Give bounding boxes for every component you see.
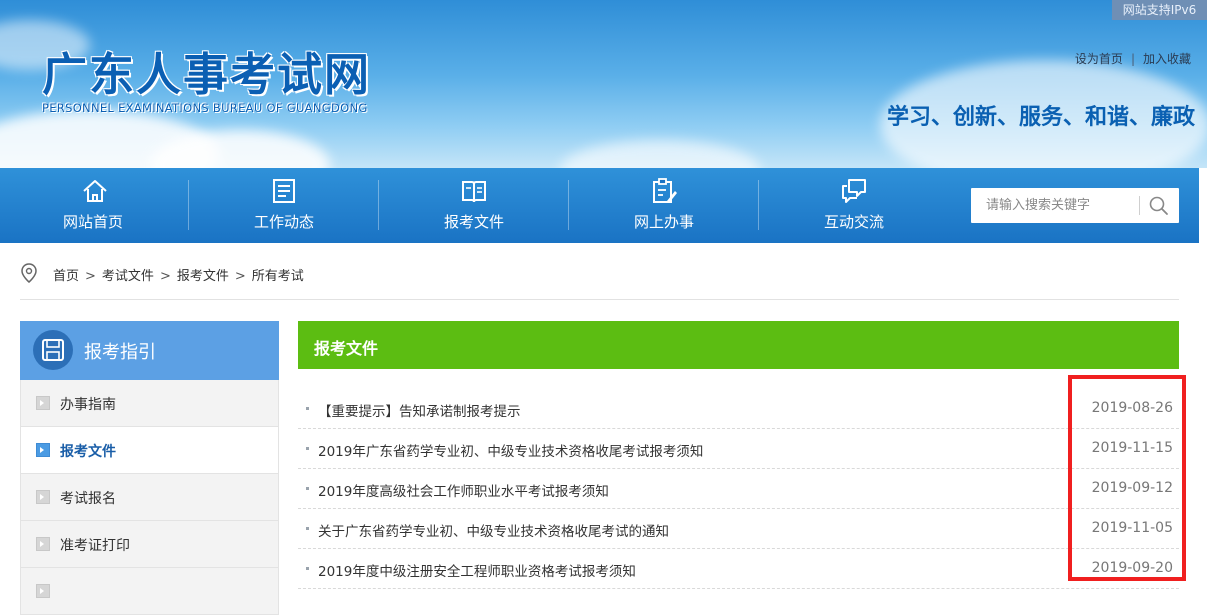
arrow-right-icon: [36, 490, 50, 504]
sidebar-item-label: 考试报名: [60, 491, 116, 507]
sidebar-item-registration[interactable]: 考试报名: [21, 474, 278, 521]
arrow-right-icon: [36, 537, 50, 551]
bullet-icon: [306, 447, 309, 450]
article-list: 【重要提示】告知承诺制报考提示 2019-08-26 2019年广东省药学专业初…: [298, 390, 1179, 590]
save-disk-icon: [42, 339, 64, 361]
sidebar-item-exam-docs[interactable]: 报考文件: [21, 427, 278, 474]
nav-item-interaction[interactable]: 互动交流: [759, 168, 949, 243]
breadcrumb-exam-docs[interactable]: 考试文件: [102, 269, 154, 284]
list-item[interactable]: 【重要提示】告知承诺制报考提示 2019-08-26: [298, 390, 1179, 429]
section-header: 报考文件: [298, 321, 1179, 369]
sidebar-item-label: 办事指南: [60, 397, 116, 413]
arrow-right-icon: [36, 396, 50, 410]
bullet-icon: [306, 487, 309, 490]
breadcrumb-apply-docs[interactable]: 报考文件: [177, 269, 229, 284]
set-home-link[interactable]: 设为首页: [1075, 52, 1123, 66]
sidebar-menu: 办事指南 报考文件 考试报名 准考证打印: [20, 380, 279, 615]
breadcrumb-separator: >: [159, 269, 171, 284]
breadcrumb-all-exams[interactable]: 所有考试: [252, 269, 304, 284]
nav-label: 网上办事: [633, 213, 694, 231]
search-box: [971, 188, 1179, 223]
nav-label: 工作动态: [253, 213, 314, 231]
list-item[interactable]: 2019年度高级社会工作师职业水平考试报考须知 2019-09-12: [298, 470, 1179, 509]
bullet-icon: [306, 407, 309, 410]
arrow-right-icon: [36, 584, 50, 598]
sidebar-item-more[interactable]: [21, 568, 278, 615]
breadcrumb-divider: [20, 299, 1179, 300]
book-icon: [462, 181, 486, 203]
site-logo-title[interactable]: 广东人事考试网: [42, 38, 371, 103]
list-item[interactable]: 关于广东省药学专业初、中级专业技术资格收尾考试的通知 2019-11-05: [298, 510, 1179, 549]
sidebar-item-admission-ticket[interactable]: 准考证打印: [21, 521, 278, 568]
nav-item-home[interactable]: 网站首页: [0, 168, 190, 243]
nav-label: 互动交流: [823, 213, 884, 231]
bullet-icon: [306, 527, 309, 530]
home-icon: [83, 180, 107, 202]
breadcrumb-home[interactable]: 首页: [53, 269, 79, 284]
sidebar-item-guide[interactable]: 办事指南: [21, 380, 278, 427]
article-title[interactable]: 2019年广东省药学专业初、中级专业技术资格收尾考试报考须知: [318, 440, 703, 460]
nav-item-online-service[interactable]: 网上办事: [569, 168, 759, 243]
breadcrumb-separator: >: [234, 269, 246, 284]
nav-label: 网站首页: [62, 213, 123, 231]
article-title[interactable]: 2019年度中级注册安全工程师职业资格考试报考须知: [318, 560, 636, 580]
site-slogan: 学习、创新、服务、和谐、廉政: [886, 105, 1195, 130]
date-highlight-box: [1068, 375, 1186, 581]
add-favorite-link[interactable]: 加入收藏: [1143, 52, 1191, 66]
sidebar-header-icon-bg: [33, 330, 73, 370]
chat-icon: [842, 179, 866, 203]
sidebar-item-label: 准考证打印: [60, 538, 130, 554]
article-title[interactable]: 2019年度高级社会工作师职业水平考试报考须知: [318, 480, 609, 500]
sidebar-item-label: 报考文件: [60, 444, 116, 460]
section-title: 报考文件: [314, 339, 379, 358]
search-icon[interactable]: [1147, 194, 1171, 218]
link-separator: |: [1130, 52, 1135, 66]
breadcrumb-separator: >: [85, 269, 96, 284]
news-icon: [273, 179, 295, 203]
search-input[interactable]: [971, 188, 1131, 223]
list-item[interactable]: 2019年广东省药学专业初、中级专业技术资格收尾考试报考须知 2019-11-1…: [298, 430, 1179, 469]
list-item[interactable]: 2019年度中级注册安全工程师职业资格考试报考须知 2019-09-20: [298, 550, 1179, 589]
sidebar-title: 报考指引: [84, 342, 156, 363]
sidebar-header: 报考指引: [20, 321, 279, 380]
nav-label: 报考文件: [443, 213, 504, 231]
article-title[interactable]: 【重要提示】告知承诺制报考提示: [318, 400, 521, 420]
search-divider: [1139, 196, 1140, 215]
arrow-right-icon: [36, 443, 50, 457]
form-edit-icon: [653, 178, 677, 203]
article-title[interactable]: 关于广东省药学专业初、中级专业技术资格收尾考试的通知: [318, 520, 669, 540]
nav-item-exam-docs[interactable]: 报考文件: [379, 168, 569, 243]
bullet-icon: [306, 567, 309, 570]
top-links: 设为首页 | 加入收藏: [1075, 50, 1191, 67]
site-logo-subtitle: PERSONNEL EXAMINATIONS BUREAU OF GUANGDO…: [42, 101, 368, 115]
cloud-decoration: [560, 140, 760, 168]
location-pin-icon: [21, 263, 37, 283]
site-header: 网站支持IPv6 广东人事考试网 PERSONNEL EXAMINATIONS …: [0, 0, 1207, 168]
nav-item-news[interactable]: 工作动态: [189, 168, 379, 243]
ipv6-badge: 网站支持IPv6: [1112, 0, 1207, 20]
